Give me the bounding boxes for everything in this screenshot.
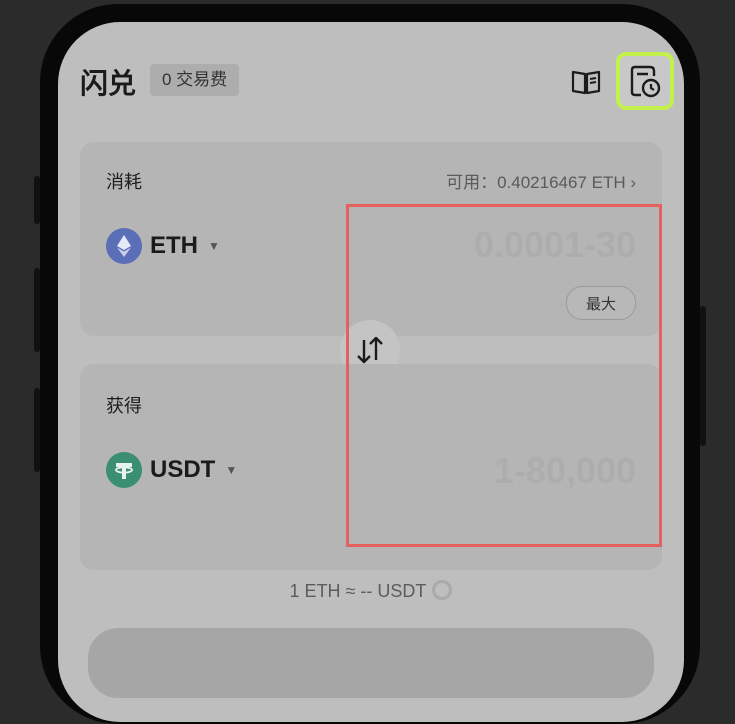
side-button bbox=[34, 176, 40, 224]
chevron-down-icon: ▼ bbox=[208, 239, 220, 253]
book-icon bbox=[571, 70, 601, 95]
book-icon[interactable] bbox=[566, 62, 606, 102]
highlight-box bbox=[346, 204, 662, 547]
page-title: 闪兑 bbox=[80, 68, 137, 99]
receive-label: 获得 bbox=[106, 396, 142, 416]
loading-spinner-icon bbox=[432, 580, 453, 600]
side-button bbox=[34, 268, 40, 352]
spend-token-selector[interactable]: ETH ▼ bbox=[106, 228, 220, 264]
spend-token-name: ETH bbox=[150, 232, 198, 259]
history-clock-icon bbox=[630, 65, 661, 98]
spend-label: 消耗 bbox=[106, 172, 142, 192]
fee-badge: 0 交易费 bbox=[150, 64, 240, 96]
chevron-down-icon: ▼ bbox=[225, 463, 238, 477]
usdt-icon bbox=[106, 452, 142, 488]
history-button[interactable] bbox=[616, 52, 674, 110]
exchange-rate-text: 1 ETH ≈ -- USDT bbox=[289, 581, 427, 601]
receive-token-selector[interactable]: USDT ▼ bbox=[106, 452, 237, 488]
available-balance[interactable]: 可用：0.40216467 ETH › bbox=[446, 168, 636, 193]
exchange-rate: 1 ETH ≈ -- USDT bbox=[58, 580, 684, 602]
side-button bbox=[34, 388, 40, 472]
eth-icon bbox=[106, 228, 142, 264]
confirm-button[interactable] bbox=[88, 628, 654, 698]
side-button bbox=[700, 306, 706, 446]
receive-token-name: USDT bbox=[150, 456, 216, 483]
